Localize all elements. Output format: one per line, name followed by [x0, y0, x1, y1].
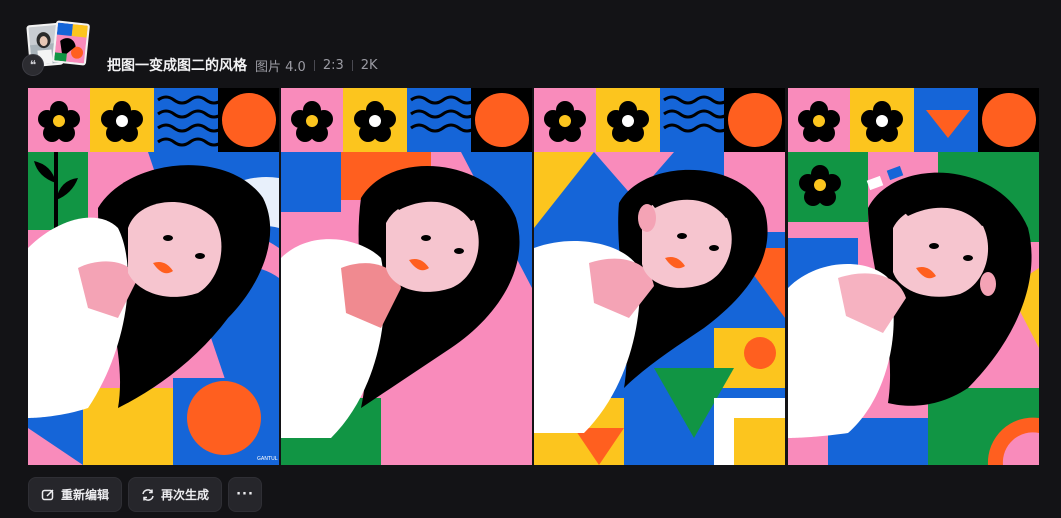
action-bar: 重新编辑 再次生成 ··· [28, 477, 263, 512]
model-label: 图片 4.0 [255, 59, 306, 75]
more-icon: ··· [236, 487, 254, 502]
regenerate-button[interactable]: 再次生成 [128, 477, 223, 512]
generated-image-1[interactable]: GANTUL [28, 88, 279, 465]
prompt-title: 把图一变成图二的风格 [107, 58, 247, 74]
refresh-icon [141, 488, 155, 502]
meta-divider [351, 59, 353, 71]
aspect-ratio-label: 2:3 [322, 57, 344, 73]
quote-icon: ❝ [22, 54, 44, 76]
edit-again-button[interactable]: 重新编辑 [28, 477, 123, 512]
generated-images: GANTUL [28, 88, 1039, 465]
regenerate-label: 再次生成 [161, 488, 210, 502]
generation-header: 把图一变成图二的风格 图片 4.0 2:3 2K [107, 55, 378, 75]
reference-thumbnails[interactable]: ❝ [22, 20, 94, 78]
more-options-button[interactable]: ··· [228, 477, 263, 512]
edit-icon [41, 488, 55, 502]
generation-card: ❝ 把图一变成图二的风格 图片 4.0 2:3 2K GANTUL 重新编辑 再… [0, 0, 1061, 518]
meta-divider [313, 59, 315, 71]
generated-image-2[interactable] [281, 88, 532, 465]
generated-image-4[interactable] [788, 88, 1039, 465]
resolution-label: 2K [360, 57, 378, 73]
artist-signature: GANTUL [257, 456, 278, 462]
generated-image-3[interactable] [534, 88, 785, 465]
reference-thumbnail-style [51, 20, 91, 66]
edit-again-label: 重新编辑 [61, 488, 110, 502]
